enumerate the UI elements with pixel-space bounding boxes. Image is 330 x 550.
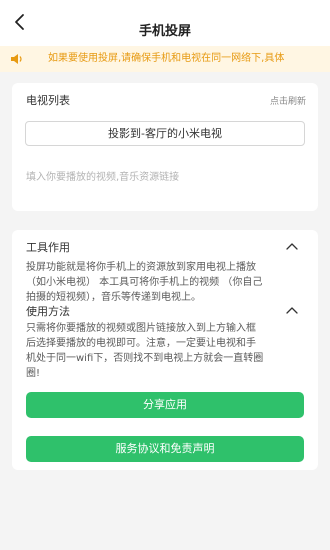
notice-bar: 如果要使用投屏,请确保手机和电视在同一网络下,具体 <box>0 46 330 72</box>
usage-line: 后选择要播放的电视即可。注意，一定要让电视和手 <box>26 338 256 349</box>
terms-button[interactable]: 服务协议和免责声明 <box>26 436 304 462</box>
usage-line: 圈! <box>26 368 41 379</box>
usage-text: 只需将你要播放的视频或图片链接放入到上方输入框 后选择要播放的电视即可。注意，一… <box>26 321 310 381</box>
cast-to-tv-button[interactable]: 投影到-客厅的小米电视 <box>25 121 305 146</box>
top-bar: 手机投屏 <box>0 0 330 46</box>
chevron-up-icon[interactable] <box>286 306 298 314</box>
chevron-up-icon[interactable] <box>286 242 298 250</box>
page-title: 手机投屏 <box>138 24 191 39</box>
media-link-input[interactable] <box>26 167 302 187</box>
purpose-title: 工具作用 <box>26 241 70 254</box>
notice-text: 如果要使用投屏,请确保手机和电视在同一网络下,具体 <box>48 53 285 64</box>
usage-title: 使用方法 <box>26 305 70 318</box>
usage-line: 只需将你要播放的视频或图片链接放入到上方输入框 <box>26 323 256 334</box>
share-app-button[interactable]: 分享应用 <box>26 392 304 418</box>
purpose-text: 投屏功能就是将你手机上的资源放到家用电视上播放 （如小米电视） 本工具可将你手机… <box>26 260 310 305</box>
refresh-link[interactable]: 点击刷新 <box>270 94 306 107</box>
purpose-line: 投屏功能就是将你手机上的资源放到家用电视上播放 <box>26 262 256 273</box>
tv-list-card: 电视列表 点击刷新 投影到-客厅的小米电视 <box>12 83 318 211</box>
info-card: 工具作用 投屏功能就是将你手机上的资源放到家用电视上播放 （如小米电视） 本工具… <box>12 230 318 470</box>
usage-line: 机处于同一wifi下，否则找不到电视上方就会一直转圈 <box>26 353 264 364</box>
purpose-line: （如小米电视） 本工具可将你手机上的视频 （你自己 <box>26 277 263 288</box>
tv-list-label: 电视列表 <box>26 94 70 107</box>
speaker-icon <box>11 54 22 64</box>
